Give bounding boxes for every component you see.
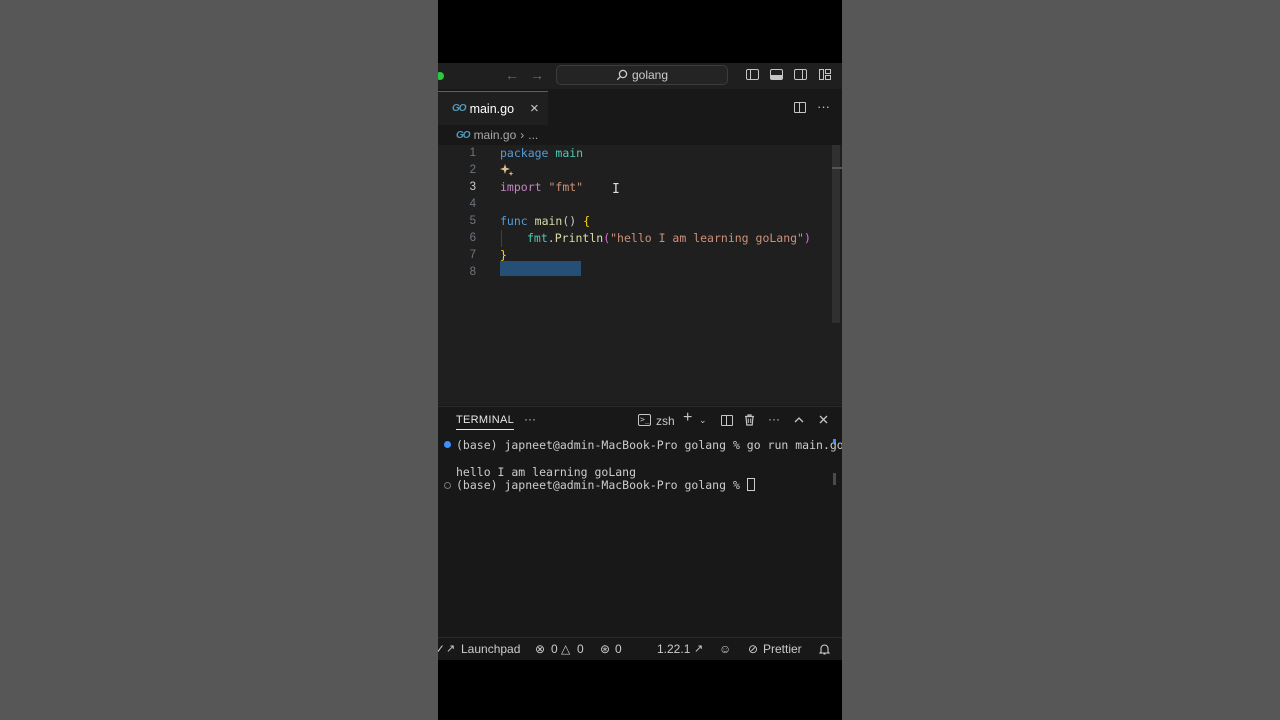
more-icon[interactable]: ··· <box>524 412 536 426</box>
go-icon: GO <box>452 103 467 114</box>
keyword: import <box>500 180 542 194</box>
rocket-icon: ✓ <box>438 642 446 656</box>
package-ref: fmt <box>527 231 548 245</box>
text-selection <box>500 261 581 276</box>
line-number: 7 <box>469 249 476 261</box>
split-terminal-icon[interactable] <box>721 415 733 426</box>
launchpad-icon: ↗ <box>446 643 456 655</box>
go-tools-icon: ↗ <box>694 643 704 655</box>
function-name: main <box>534 214 563 228</box>
ports-count[interactable]: 0 <box>615 642 622 656</box>
error-count[interactable]: 0 <box>551 642 558 656</box>
code-editor[interactable]: 1 2 3 4 5 6 7 8 package main import "fmt… <box>438 145 842 405</box>
customize-layout-icon[interactable] <box>819 69 832 81</box>
split-editor-icon[interactable] <box>794 102 806 113</box>
punctuation: () <box>562 214 584 228</box>
terminal[interactable]: (base) japneet@admin-MacBook-Pro golang … <box>438 435 842 640</box>
code-line-7: } <box>500 247 507 264</box>
window-maximize-button[interactable] <box>438 72 444 80</box>
error-icon: ⊗ <box>535 642 546 656</box>
warning-icon: △ <box>561 642 571 656</box>
toggle-panel-icon[interactable] <box>770 69 783 80</box>
video-frame: ← → golang GO main.go × ··· GO main.go ›… <box>438 0 842 720</box>
scroll-marker <box>833 439 836 443</box>
tab-label: main.go <box>469 101 515 116</box>
keyword: func <box>500 214 528 228</box>
function-call: Println <box>554 231 604 245</box>
brace: } <box>500 248 507 262</box>
prettier-icon: ⊘ <box>748 642 759 656</box>
launchpad-item[interactable]: Launchpad <box>461 642 520 656</box>
breadcrumb: GO main.go › ... <box>456 126 538 144</box>
copilot-icon[interactable]: ☺ <box>719 642 731 656</box>
plus-icon[interactable]: + <box>683 410 692 426</box>
chevron-down-icon[interactable]: ⌄ <box>699 413 707 427</box>
code-line-3: import "fmt" <box>500 179 583 196</box>
code-line-1: package main <box>500 145 583 162</box>
breadcrumb-file[interactable]: main.go <box>474 128 517 142</box>
line-number: 4 <box>469 198 476 210</box>
go-icon: GO <box>456 129 471 141</box>
terminal-scrollbar[interactable] <box>833 473 836 485</box>
terminal-cursor <box>746 478 755 491</box>
editor-scrollbar[interactable] <box>832 145 840 323</box>
trash-icon[interactable] <box>744 414 755 426</box>
status-bar: ✓ ↗ Launchpad ⊗ 0 △ 0 ⊛ 0 1.22.1 ↗ ☺ ⊘ P… <box>438 637 842 660</box>
warning-count[interactable]: 0 <box>577 642 584 656</box>
tab-main-go[interactable]: GO main.go × <box>438 91 548 125</box>
more-actions-icon[interactable]: ··· <box>817 99 830 114</box>
string-literal: "fmt" <box>548 180 584 194</box>
code-line-6: fmt.Println("hello I am learning goLang"… <box>527 230 811 247</box>
close-icon[interactable]: × <box>530 100 539 117</box>
terminal-line: (base) japneet@admin-MacBook-Pro golang … <box>456 438 842 452</box>
line-number: 6 <box>469 232 476 244</box>
line-number: 1 <box>469 147 476 159</box>
brace: { <box>583 214 591 228</box>
keyword: package <box>500 146 549 160</box>
string-literal: "hello I am learning goLang" <box>610 231 804 245</box>
line-number: 2 <box>469 164 476 176</box>
line-number: 8 <box>469 266 476 278</box>
shell-name[interactable]: zsh <box>656 414 675 428</box>
chevron-up-icon[interactable] <box>794 416 804 423</box>
terminal-prompt: (base) japneet@admin-MacBook-Pro golang … <box>456 478 747 492</box>
terminal-shell-icon: >_ <box>638 414 651 426</box>
ports-icon: ⊛ <box>600 642 611 656</box>
code-line-5: func main() { <box>500 213 590 230</box>
editor-tab-bar: GO main.go × ··· <box>438 91 842 125</box>
search-label: golang <box>631 68 669 82</box>
vscode-window: ← → golang GO main.go × ··· GO main.go ›… <box>438 63 842 660</box>
toggle-primary-sidebar-icon[interactable] <box>746 69 759 80</box>
bell-icon[interactable] <box>819 643 830 655</box>
breadcrumb-symbols[interactable]: ... <box>528 128 538 142</box>
paren: ) <box>804 231 811 245</box>
toggle-secondary-sidebar-icon[interactable] <box>794 69 807 80</box>
prettier-item[interactable]: Prettier <box>763 642 802 656</box>
arrow-left-icon[interactable]: ← <box>505 67 519 83</box>
command-success-icon[interactable] <box>444 441 451 448</box>
panel-header: TERMINAL ··· >_ zsh + ⌄ ··· <box>438 406 842 435</box>
terminal-line: hello I am learning goLang <box>456 465 637 479</box>
close-icon[interactable] <box>819 415 828 424</box>
command-center-search[interactable]: golang <box>556 65 728 85</box>
more-actions-icon[interactable]: ··· <box>768 412 780 426</box>
line-number-active: 3 <box>469 181 476 193</box>
package-name: main <box>555 146 584 160</box>
search-icon <box>616 69 628 81</box>
chevron-right-icon: › <box>520 128 525 142</box>
tab-terminal[interactable]: TERMINAL <box>456 414 515 430</box>
command-pending-icon[interactable] <box>444 482 451 489</box>
scroll-position-marker <box>832 167 842 169</box>
title-bar: ← → golang <box>438 63 842 89</box>
arrow-right-icon[interactable]: → <box>530 67 544 83</box>
text-cursor-icon: I <box>612 182 620 197</box>
go-version[interactable]: 1.22.1 <box>657 642 690 656</box>
indent-guide <box>501 230 502 247</box>
terminal-prompt-line: (base) japneet@admin-MacBook-Pro golang … <box>456 478 755 492</box>
punctuation: . <box>547 231 555 245</box>
line-number: 5 <box>469 215 476 227</box>
